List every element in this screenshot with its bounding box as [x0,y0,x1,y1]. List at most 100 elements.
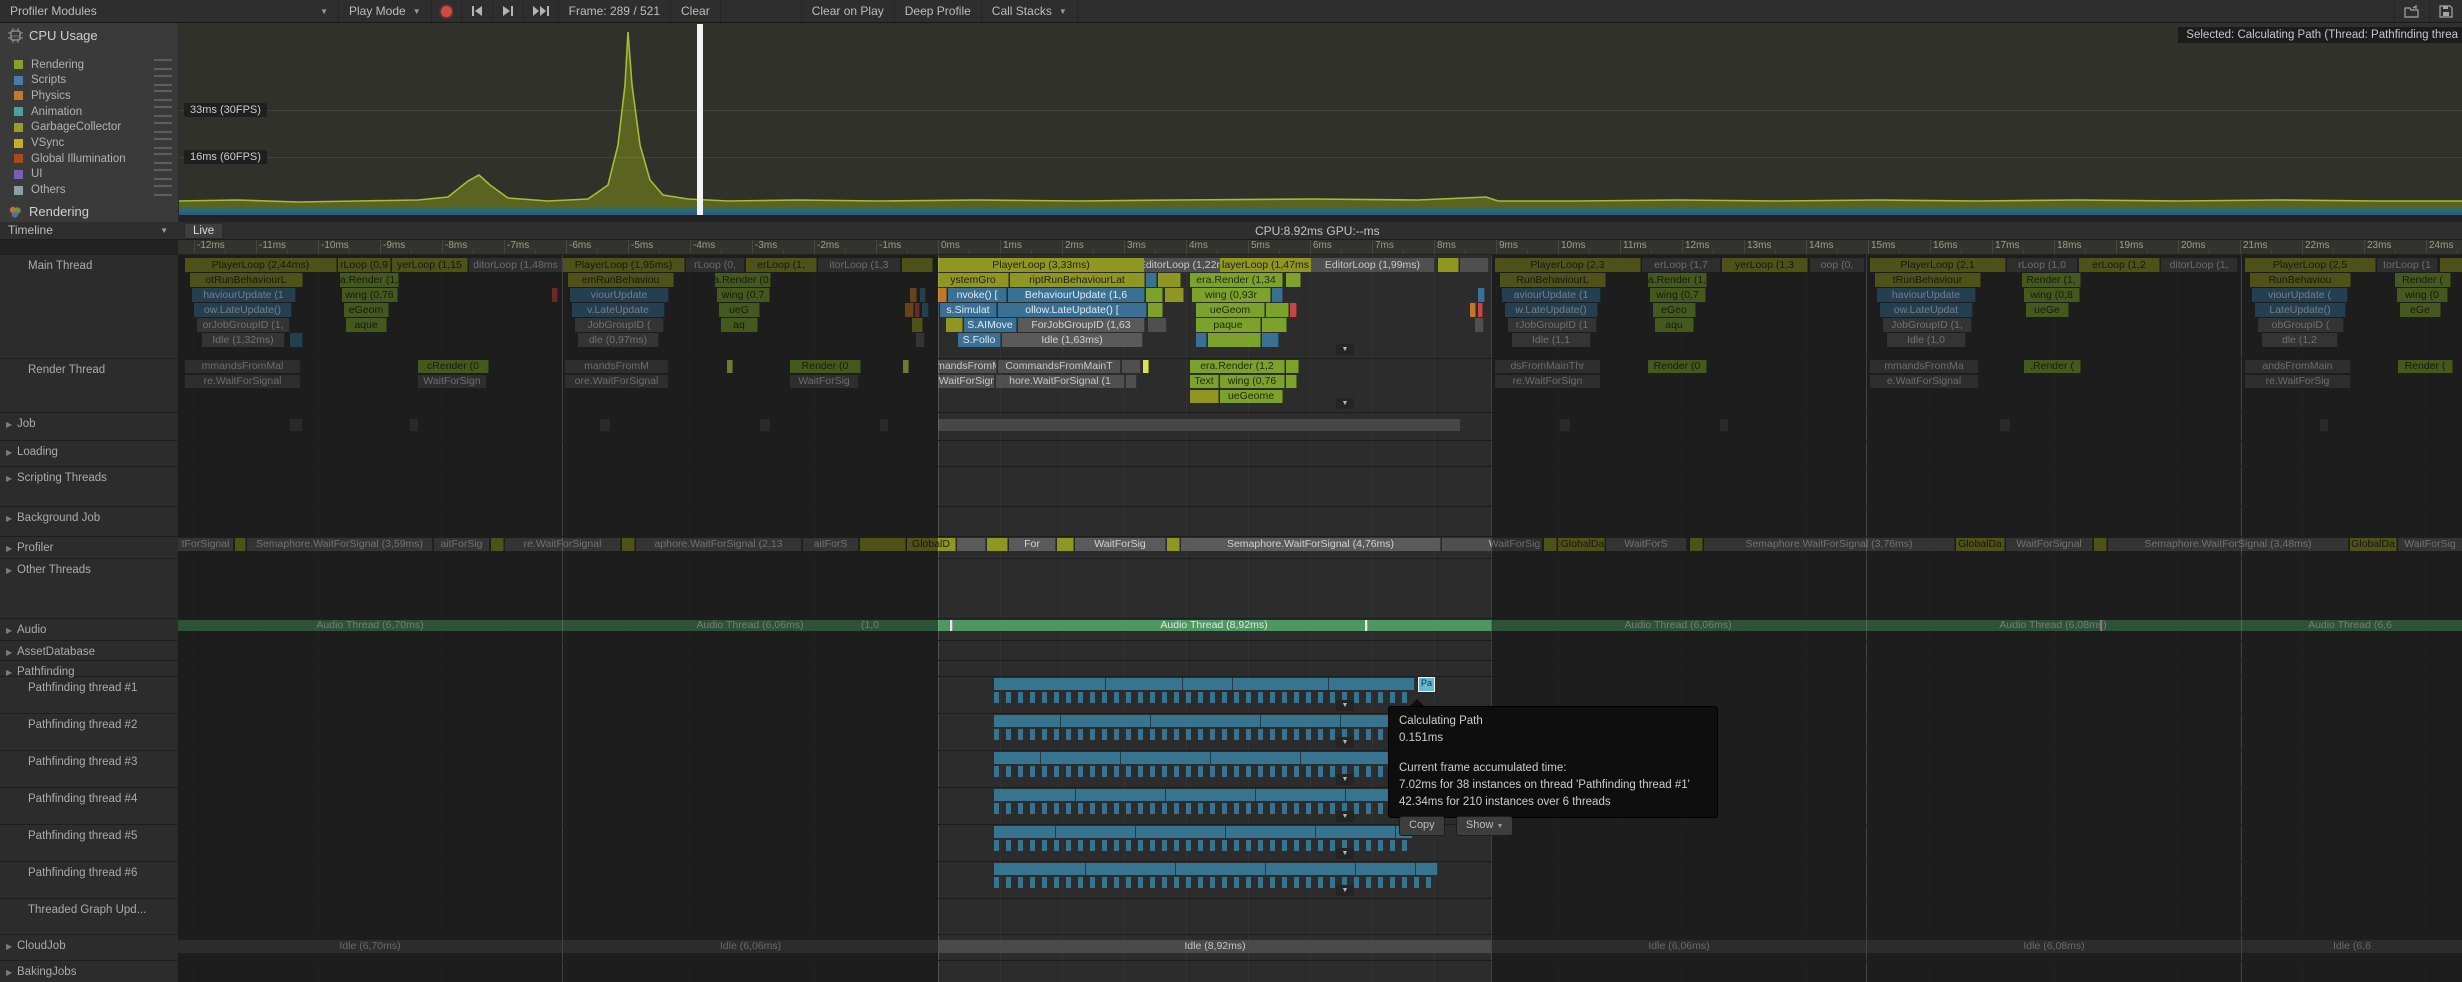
timeline-segment[interactable] [1146,273,1157,287]
pathfinding-sample-tick[interactable] [1018,840,1023,851]
pathfinding-sample-tick[interactable] [1018,803,1023,814]
foldout-arrow-icon[interactable]: ▶ [6,968,12,977]
pathfinding-sample-tick[interactable] [1126,877,1131,888]
pathfinding-sample-tick[interactable] [1378,729,1383,740]
pathfinding-sample-tick[interactable] [1006,692,1011,703]
pathfinding-sample-tick[interactable] [1078,729,1083,740]
pathfinding-sample-tick[interactable] [1330,803,1335,814]
thread-label-background-job[interactable]: Background Job [17,512,100,524]
timeline-segment[interactable] [1143,360,1149,373]
thread-label-pathfinding-thread-5[interactable]: Pathfinding thread #5 [28,830,137,842]
pathfinding-sample-tick[interactable] [1078,840,1083,851]
pathfinding-sample-tick[interactable] [1234,729,1239,740]
pathfinding-sample-tick[interactable] [1366,766,1371,777]
timeline-segment[interactable] [1148,318,1167,332]
pathfinding-sample-tick[interactable] [1330,877,1335,888]
pathfinding-sample-tick[interactable] [1114,766,1119,777]
pathfinding-sample-tick[interactable] [1222,840,1227,851]
timeline-segment[interactable] [1478,303,1483,317]
record-button[interactable] [432,0,462,22]
pathfinding-sample-tick[interactable] [1126,803,1131,814]
legend-item-scripts[interactable]: Scripts [14,73,172,88]
timeline-segment[interactable]: ForJobGroupID (1,63 [1018,318,1145,332]
pathfinding-sample-tick[interactable] [1030,840,1035,851]
pathfinding-sample-tick[interactable] [1234,803,1239,814]
legend-item-animation[interactable]: Animation [14,104,172,119]
timeline-segment[interactable] [1126,375,1137,388]
pathfinding-sample-tick[interactable] [1354,766,1359,777]
pathfinding-sample-tick[interactable] [1210,840,1215,851]
timeline-segment[interactable] [1158,273,1181,287]
foldout-arrow-icon[interactable]: ▶ [6,566,12,575]
load-profile-button[interactable] [2394,0,2429,22]
pathfinding-sample-tick[interactable] [1318,766,1323,777]
pathfinding-sample-tick[interactable] [1114,803,1119,814]
pathfinding-sample-tick[interactable] [1114,692,1119,703]
foldout-arrow-icon[interactable]: ▶ [6,648,12,657]
pathfinding-sample-bar[interactable] [994,789,1428,801]
pathfinding-sample-tick[interactable] [994,840,999,851]
pathfinding-sample-tick[interactable] [1378,877,1383,888]
pathfinding-sample-tick[interactable] [1210,803,1215,814]
pathfinding-sample-tick[interactable] [1198,840,1203,851]
pathfinding-sample-tick[interactable] [1282,692,1287,703]
legend-item-vsync[interactable]: VSync [14,136,172,151]
pathfinding-sample-bar[interactable] [994,715,1428,727]
pathfinding-sample-tick[interactable] [1102,766,1107,777]
pathfinding-sample-tick[interactable] [1054,840,1059,851]
timeline-segment[interactable]: e.WaitForSigna [938,375,995,388]
pathfinding-sample-tick[interactable] [1030,803,1035,814]
foldout-arrow-icon[interactable]: ▶ [6,626,12,635]
pathfinding-sample-tick[interactable] [1138,840,1143,851]
pathfinding-sample-tick[interactable] [1270,877,1275,888]
legend-item-garbagecollector[interactable]: GarbageCollector [14,120,172,135]
pathfinding-sample-tick[interactable] [1102,692,1107,703]
pathfinding-sample-tick[interactable] [1018,729,1023,740]
pathfinding-sample-tick[interactable] [1174,729,1179,740]
timeline-segment[interactable]: Idle (1,63ms) [1002,333,1143,347]
legend-item-others[interactable]: Others [14,183,172,198]
pathfinding-sample-tick[interactable] [1282,877,1287,888]
timeline-segment[interactable] [1196,333,1207,347]
pathfinding-sample-tick[interactable] [1402,877,1407,888]
pathfinding-sample-tick[interactable] [1126,729,1131,740]
thread-label-pathfinding-thread-6[interactable]: Pathfinding thread #6 [28,867,137,879]
timeline-segment[interactable]: EditorLoop (1,99ms) [1311,258,1435,272]
pathfinding-sample-tick[interactable] [1258,803,1263,814]
timeline-segment[interactable]: For [1009,538,1056,551]
pathfinding-sample-tick[interactable] [1366,729,1371,740]
collapse-group-arrow[interactable]: ▼ [1336,398,1354,409]
next-frame-button[interactable] [493,0,524,22]
thread-label-threaded-graph[interactable]: Threaded Graph Upd... [28,904,146,916]
pathfinding-sample-tick[interactable] [1354,729,1359,740]
thread-label-render-thread[interactable]: Render Thread [28,364,105,376]
pathfinding-sample-tick[interactable] [1078,692,1083,703]
pathfinding-sample-tick[interactable] [1066,803,1071,814]
pathfinding-sample-tick[interactable] [994,729,999,740]
pathfinding-sample-tick[interactable] [1162,766,1167,777]
pathfinding-sample-tick[interactable] [1126,840,1131,851]
collapse-group-arrow[interactable]: ▼ [1336,344,1354,355]
pathfinding-sample-tick[interactable] [1234,840,1239,851]
pathfinding-sample-tick[interactable] [1030,692,1035,703]
pathfinding-sample-tick[interactable] [1030,766,1035,777]
timeline-segment[interactable]: BehaviourUpdate (1,6 [1008,288,1145,302]
legend-meter-icon[interactable] [154,138,172,149]
pathfinding-sample-tick[interactable] [1390,877,1395,888]
pathfinding-sample-tick[interactable] [1078,877,1083,888]
legend-item-rendering[interactable]: Rendering [14,57,172,72]
timeline-segment[interactable]: s.Simulat [940,303,997,317]
timeline-segment[interactable] [1286,375,1297,388]
pathfinding-sample-tick[interactable] [1354,840,1359,851]
timeline-segment[interactable] [1146,288,1163,302]
timeline-segment[interactable] [1262,318,1287,332]
pathfinding-sample-tick[interactable] [1234,766,1239,777]
pathfinding-sample-tick[interactable] [1054,692,1059,703]
foldout-arrow-icon[interactable]: ▶ [6,942,12,951]
collapse-group-arrow[interactable]: ▼ [1336,737,1354,748]
pathfinding-sample-tick[interactable] [1294,766,1299,777]
pathfinding-sample-tick[interactable] [1066,877,1071,888]
pathfinding-sample-tick[interactable] [1282,840,1287,851]
pathfinding-sample-tick[interactable] [1318,729,1323,740]
pathfinding-sample-tick[interactable] [1138,766,1143,777]
